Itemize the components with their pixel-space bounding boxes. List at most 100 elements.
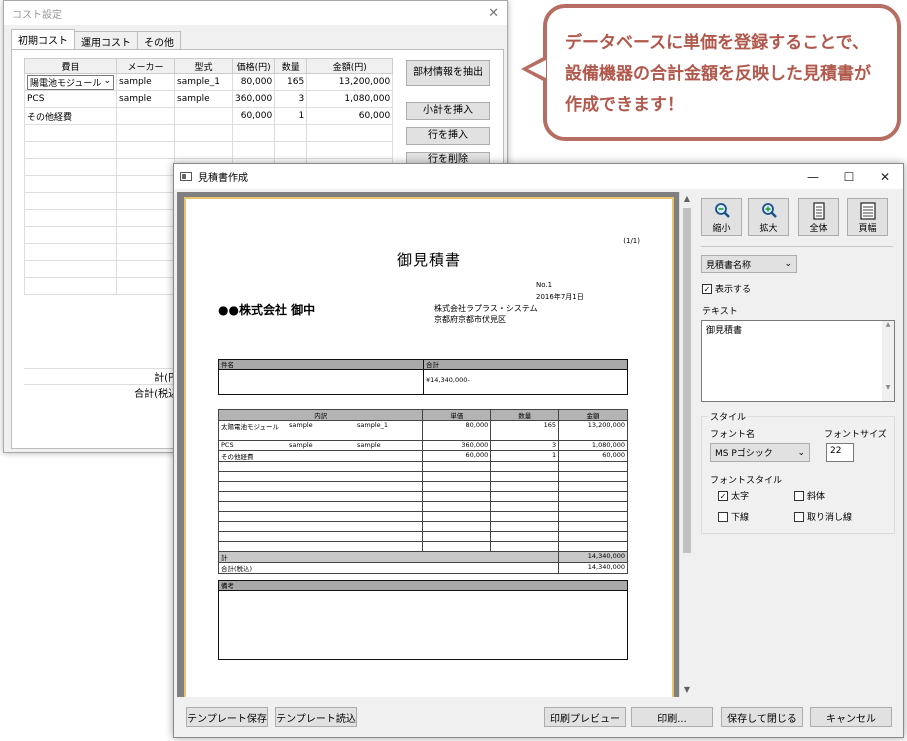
text-input[interactable]: 御見積書 ▲ ▼ xyxy=(701,320,895,402)
fit-page-button[interactable]: 全体 xyxy=(798,198,839,236)
strikethrough-checkbox[interactable]: 取り消し線 xyxy=(794,510,852,523)
issuer-block: 株式会社ラプラス・システム 京都府京都市伏見区 xyxy=(434,303,538,325)
zoom-in-button[interactable]: 拡大 xyxy=(748,198,789,236)
cell-amount[interactable]: 13,200,000 xyxy=(306,73,394,91)
fit-width-label: 頁幅 xyxy=(858,224,877,234)
estimate-window-title: 見積書作成 xyxy=(198,173,248,184)
cell-price[interactable]: 360,000 xyxy=(231,90,276,108)
cell-item[interactable]: PCS xyxy=(24,90,117,108)
cell-price[interactable]: 80,000 xyxy=(231,73,276,91)
table-row xyxy=(217,511,628,522)
scroll-thumb[interactable] xyxy=(683,208,691,553)
total-label: 合計 xyxy=(424,360,627,370)
table-row[interactable] xyxy=(24,124,394,142)
zoom-in-icon xyxy=(761,203,777,218)
property-panel: 縮小 拡大 全体 頁幅 見積書名称 ⌄ ✓ 表示する テキスト 御見積書 ▲ ▼ スタ… xyxy=(701,196,897,701)
bold-checkbox[interactable]: ✓ 太字 xyxy=(718,489,749,502)
estimate-window: 見積書作成 — ☐ ✕ (1/1) 御見積書 No.1 2016年7月1日 ●●… xyxy=(173,163,904,738)
fit-page-label: 全体 xyxy=(809,224,828,234)
field-select[interactable]: 見積書名称 ⌄ xyxy=(701,255,797,273)
subject-label: 件名 xyxy=(219,360,423,370)
textbox-scrollbar[interactable]: ▲ ▼ xyxy=(882,321,894,401)
estimate-paper: (1/1) 御見積書 No.1 2016年7月1日 ●●株式会社 御中 株式会社… xyxy=(184,197,674,697)
issuer-company: 株式会社ラプラス・システム xyxy=(434,304,538,313)
show-check-mark: ✓ xyxy=(702,283,712,294)
cell-item[interactable]: その他経費 xyxy=(24,107,117,125)
preview-scrollbar[interactable]: ▲ ▼ xyxy=(679,192,693,697)
panel-divider xyxy=(701,246,893,247)
cell-model[interactable]: sample xyxy=(174,90,233,108)
cell-price[interactable]: 60,000 xyxy=(231,107,276,125)
cell-maker[interactable]: sample xyxy=(116,73,175,91)
scroll-up-icon[interactable]: ▲ xyxy=(680,192,694,206)
cell-qty[interactable]: 1 xyxy=(274,107,308,125)
cancel-button[interactable]: キャンセル xyxy=(810,707,892,727)
callout-bubble: データベースに単価を登録することで、設備機器の合計金額を反映した見積書が作成でき… xyxy=(543,4,901,141)
cell-maker[interactable]: sample xyxy=(116,90,175,108)
cell-maker[interactable] xyxy=(116,107,175,125)
subtotal-label: 計(円) xyxy=(24,368,184,384)
table-row: その他経費 60,000 1 60,000 xyxy=(217,450,628,462)
insert-row-button[interactable]: 行を挿入 xyxy=(406,127,490,145)
cell-model[interactable]: sample_1 xyxy=(174,73,233,91)
table-row xyxy=(217,461,628,472)
maximize-icon[interactable]: ☐ xyxy=(831,164,867,189)
cost-window-title: コスト設定 xyxy=(12,9,62,21)
header-amount: 金額 xyxy=(558,409,628,421)
page-number: (1/1) xyxy=(623,237,640,245)
col-header-maker: メーカー xyxy=(116,58,175,74)
underline-checkbox[interactable]: 下線 xyxy=(718,510,749,523)
zoom-out-label: 縮小 xyxy=(712,224,731,234)
cell-qty[interactable]: 165 xyxy=(274,73,308,91)
font-style-label: フォントスタイル xyxy=(710,476,783,486)
window-app-icon xyxy=(180,172,192,181)
scroll-down-icon[interactable]: ▼ xyxy=(680,683,694,697)
close-icon[interactable]: ✕ xyxy=(867,164,903,189)
table-row[interactable]: 陽電池モジュール ⌄ sample sample_1 80,000 165 13,… xyxy=(24,73,394,91)
font-name-select[interactable]: MS Pゴシック ⌄ xyxy=(710,443,810,462)
table-row xyxy=(217,541,628,552)
insert-subtotal-button[interactable]: 小計を挿入 xyxy=(406,102,490,120)
tab-initial-cost[interactable]: 初期コスト xyxy=(11,29,75,51)
font-size-label: フォントサイズ xyxy=(824,430,887,440)
print-preview-button[interactable]: 印刷プレビュー xyxy=(544,707,626,727)
callout-tail-inner xyxy=(528,60,546,78)
document-title[interactable]: 御見積書 xyxy=(186,249,672,270)
cell-amount[interactable]: 1,080,000 xyxy=(306,90,394,108)
header-quantity: 数量 xyxy=(490,409,560,421)
table-row[interactable]: PCS sample sample 360,000 3 1,080,000 xyxy=(24,90,394,108)
subtotal-row: 計 14,340,000 xyxy=(217,551,628,563)
callout-text: データベースに単価を登録することで、設備機器の合計金額を反映した見積書が作成でき… xyxy=(565,33,871,115)
total-value: ¥14,340,000- xyxy=(426,376,470,384)
cell-qty[interactable]: 3 xyxy=(274,90,308,108)
minimize-icon[interactable]: — xyxy=(795,164,831,189)
close-icon[interactable]: ✕ xyxy=(488,6,499,21)
total-tax-label: 合計(税込) xyxy=(24,384,184,400)
save-template-button[interactable]: テンプレート保存 xyxy=(186,707,268,727)
grand-total-row: 合計(税込) 14,340,000 xyxy=(217,562,628,574)
table-row xyxy=(217,521,628,532)
cell-amount[interactable]: 60,000 xyxy=(306,107,394,125)
print-preview-area[interactable]: (1/1) 御見積書 No.1 2016年7月1日 ●●株式会社 御中 株式会社… xyxy=(177,192,679,697)
table-row[interactable]: その他経費 60,000 1 60,000 xyxy=(24,107,394,125)
extract-parts-button[interactable]: 部材情報を抽出 xyxy=(406,60,490,86)
table-row[interactable] xyxy=(24,141,394,159)
estimate-window-titlebar: 見積書作成 xyxy=(174,164,903,189)
subject-total-box: 件名 合計 ¥14,340,000- xyxy=(218,359,628,395)
header-unit-price: 単価 xyxy=(422,409,492,421)
zoom-out-button[interactable]: 縮小 xyxy=(701,198,742,236)
load-template-button[interactable]: テンプレート読込 xyxy=(275,707,357,727)
style-group: スタイル フォント名 フォントサイズ MS Pゴシック ⌄ 22 フォントスタイル… xyxy=(701,410,895,534)
cell-model[interactable] xyxy=(174,107,233,125)
fit-width-button[interactable]: 頁幅 xyxy=(847,198,888,236)
zoom-out-icon xyxy=(714,203,730,218)
italic-checkbox[interactable]: 斜体 xyxy=(794,489,825,502)
font-size-input[interactable]: 22 xyxy=(826,443,854,462)
table-row xyxy=(217,531,628,542)
notes-box: 備考 xyxy=(218,580,628,660)
cost-item-select[interactable]: 陽電池モジュール ⌄ xyxy=(24,73,117,91)
save-and-close-button[interactable]: 保存して閉じる xyxy=(721,707,803,727)
print-button[interactable]: 印刷... xyxy=(631,707,713,727)
chevron-down-icon: ⌄ xyxy=(103,75,111,86)
show-checkbox[interactable]: ✓ 表示する xyxy=(702,282,751,295)
